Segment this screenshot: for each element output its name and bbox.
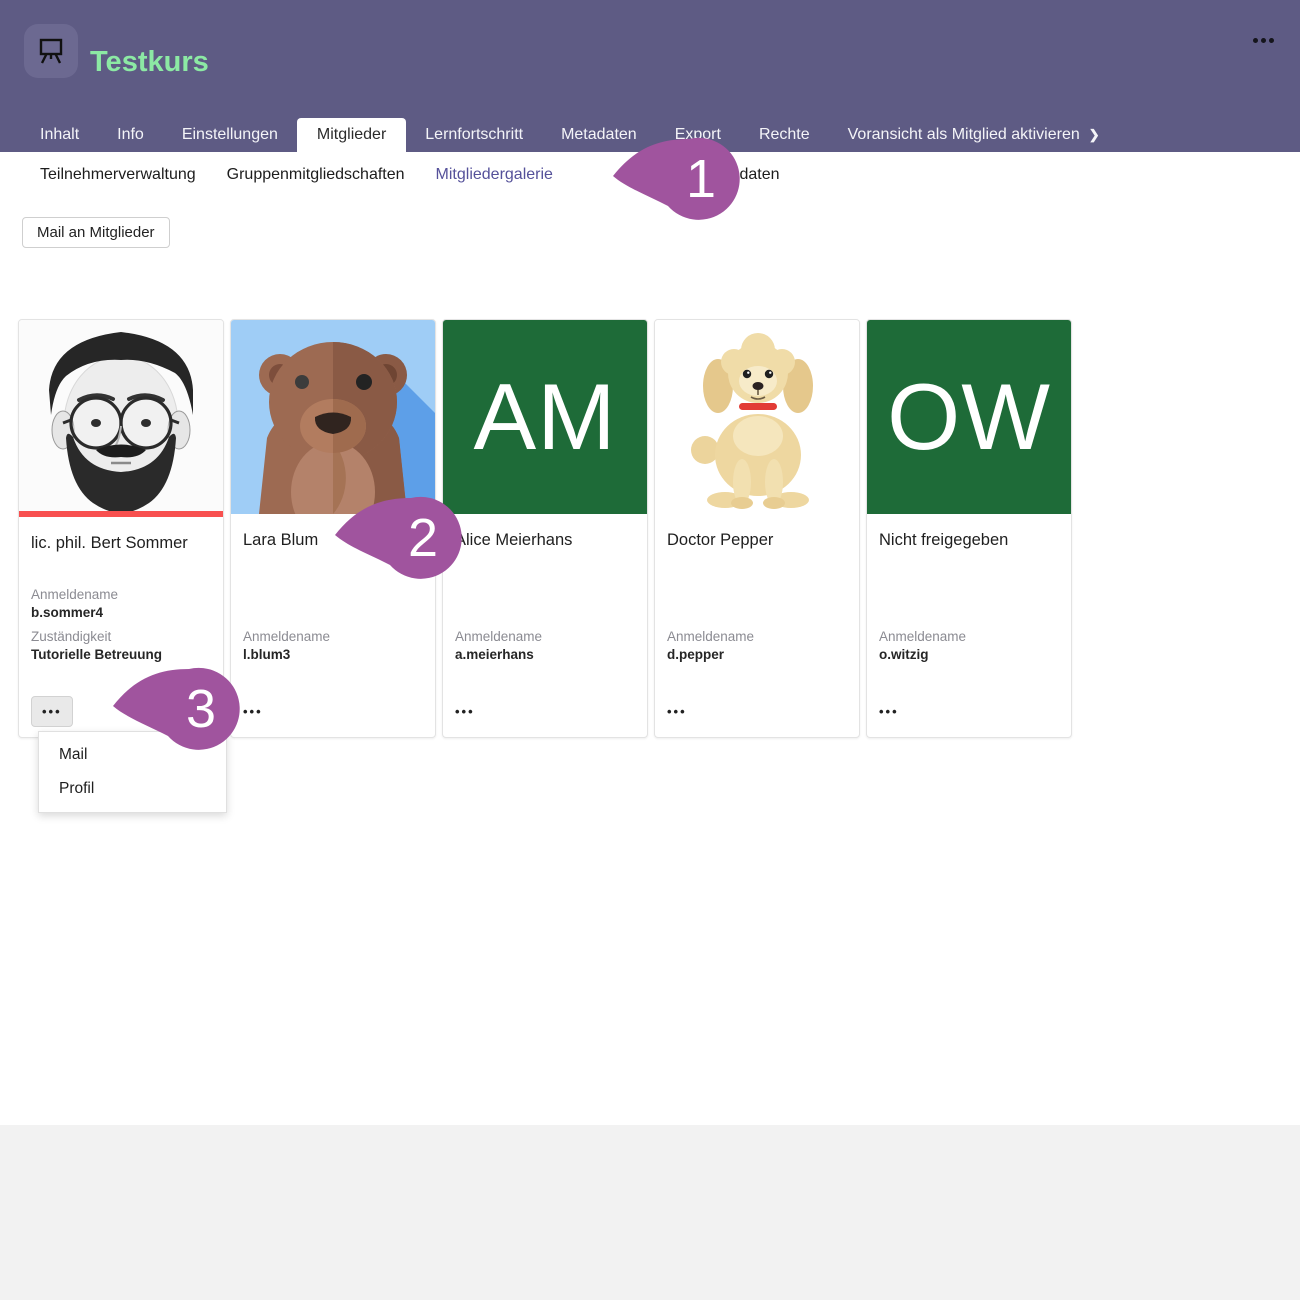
- subnav-mitgliedergalerie[interactable]: Mitgliedergalerie: [436, 166, 553, 184]
- subnav-teilnehmerverwaltung[interactable]: Teilnehmerverwaltung: [40, 166, 196, 184]
- bear-illustration: [231, 320, 435, 514]
- member-context-menu: Mail Profil: [38, 731, 227, 813]
- field-value: Tutorielle Betreuung: [31, 647, 211, 662]
- member-name: Lara Blum: [243, 531, 423, 550]
- member-name: Alice Meierhans: [455, 531, 635, 550]
- field-value: d.pepper: [667, 647, 847, 662]
- more-options-button[interactable]: •••: [667, 705, 687, 718]
- member-card-nicht-freigegeben[interactable]: OW Nicht freigegeben Anmeldename o.witzi…: [866, 319, 1072, 738]
- more-options-button[interactable]: •••: [455, 705, 475, 718]
- member-photo: [19, 320, 223, 511]
- tab-einstellungen[interactable]: Einstellungen: [163, 118, 297, 152]
- course-logo: [24, 24, 78, 78]
- tab-lernfortschritt[interactable]: Lernfortschritt: [406, 118, 542, 152]
- member-photo: [231, 320, 435, 514]
- member-name: Nicht freigegeben: [879, 531, 1059, 550]
- preview-label: Voransicht als Mitglied aktivieren: [848, 126, 1080, 144]
- card-actions: •••: [443, 685, 647, 737]
- field-label: Anmeldename: [243, 629, 423, 644]
- member-card-doctor-pepper[interactable]: Doctor Pepper Anmeldename d.pepper •••: [654, 319, 860, 738]
- member-fields: Anmeldename o.witzig: [879, 629, 1059, 671]
- card-actions: •••: [655, 685, 859, 737]
- field-label: Anmeldename: [667, 629, 847, 644]
- member-photo: AM: [443, 320, 647, 514]
- field-value: b.sommer4: [31, 605, 211, 620]
- tab-info[interactable]: Info: [98, 118, 163, 152]
- course-tabbar: Inhalt Info Einstellungen Mitglieder Ler…: [0, 118, 1300, 152]
- context-menu-item-mail[interactable]: Mail: [39, 738, 226, 772]
- field-label: Zuständigkeit: [31, 629, 211, 644]
- mail-an-mitglieder-button[interactable]: Mail an Mitglieder: [22, 217, 170, 248]
- tab-inhalt[interactable]: Inhalt: [21, 118, 98, 152]
- field-label: Anmeldename: [455, 629, 635, 644]
- ellipsis-icon: •••: [42, 705, 62, 718]
- member-card-lara-blum[interactable]: Lara Blum Anmeldename l.blum3 •••: [230, 319, 436, 738]
- chevron-right-icon: ❯: [1089, 127, 1100, 143]
- member-fields: Anmeldename b.sommer4 Zuständigkeit Tuto…: [31, 587, 211, 671]
- subnav-gruppenmitgliedschaften[interactable]: Gruppenmitgliedschaften: [227, 166, 405, 184]
- field-label: Anmeldename: [31, 587, 211, 602]
- card-actions: •••: [231, 685, 435, 737]
- initials-avatar: AM: [443, 320, 647, 514]
- footer-area: [0, 1125, 1300, 1300]
- poodle-illustration: [655, 320, 859, 514]
- course-header: Testkurs Inhalt Info Einstellungen Mitgl…: [0, 0, 1300, 152]
- context-menu-item-profil[interactable]: Profil: [39, 772, 226, 806]
- member-card-alice-meierhans[interactable]: AM Alice Meierhans Anmeldename a.meierha…: [442, 319, 648, 738]
- page-title: Testkurs: [90, 46, 209, 79]
- tab-mitglieder[interactable]: Mitglieder: [297, 118, 406, 152]
- tab-metadaten[interactable]: Metadaten: [542, 118, 656, 152]
- member-card-bert-sommer[interactable]: lic. phil. Bert Sommer Anmeldename b.som…: [18, 319, 224, 738]
- member-fields: Anmeldename a.meierhans: [455, 629, 635, 671]
- member-name: Doctor Pepper: [667, 531, 847, 550]
- field-value: a.meierhans: [455, 647, 635, 662]
- member-fields: Anmeldename l.blum3: [243, 629, 423, 671]
- coach-role-indicator: [19, 511, 223, 517]
- more-options-button[interactable]: •••: [879, 705, 899, 718]
- field-value: o.witzig: [879, 647, 1059, 662]
- whiteboard-icon: [34, 34, 68, 68]
- tab-voransicht[interactable]: Voransicht als Mitglied aktivieren ❯: [829, 118, 1119, 152]
- tab-rechte[interactable]: Rechte: [740, 118, 829, 152]
- member-photo: OW: [867, 320, 1071, 514]
- members-subnav: Teilnehmerverwaltung Gruppenmitgliedscha…: [0, 152, 1300, 198]
- header-more-options-icon[interactable]: [1253, 38, 1274, 43]
- member-gallery: lic. phil. Bert Sommer Anmeldename b.som…: [18, 319, 1072, 738]
- initials-avatar: OW: [867, 320, 1071, 514]
- subnav-teilnehmendendaten[interactable]: Teilnehmendendaten: [631, 166, 780, 184]
- member-photo: [655, 320, 859, 514]
- field-label: Anmeldename: [879, 629, 1059, 644]
- member-name: lic. phil. Bert Sommer: [31, 534, 211, 553]
- more-options-button[interactable]: •••: [243, 705, 263, 718]
- card-actions: •••: [19, 685, 223, 737]
- more-options-button[interactable]: •••: [31, 696, 73, 727]
- field-value: l.blum3: [243, 647, 423, 662]
- tab-export[interactable]: Export: [656, 118, 740, 152]
- card-actions: •••: [867, 685, 1071, 737]
- member-fields: Anmeldename d.pepper: [667, 629, 847, 671]
- portrait-man-sketch: [19, 320, 223, 511]
